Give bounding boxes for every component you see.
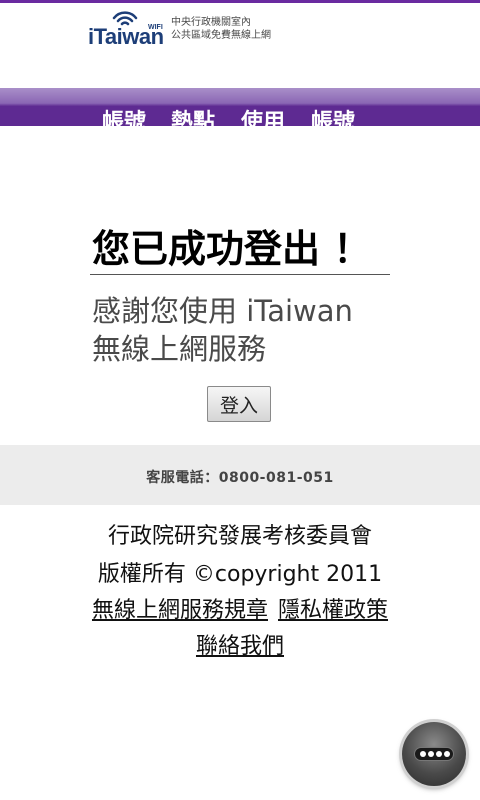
footer-copyright: 版權所有 ©copyright 2011 bbox=[97, 562, 383, 587]
privacy-link[interactable]: 隱私權政策 bbox=[278, 598, 388, 623]
menu-dot bbox=[420, 751, 426, 757]
logo-caption: 中央行政機關室內 公共區域免費無線上網 bbox=[171, 16, 281, 42]
service-phone: 客服電話：0800-081-051 bbox=[146, 470, 334, 486]
page: WIFI iTaiwan 中央行政機關室內 公共區域免費無線上網 帳號 熱點 使… bbox=[0, 0, 480, 800]
menu-dot bbox=[444, 751, 450, 757]
logo-caption-line1: 中央行政機關室內 bbox=[171, 17, 251, 28]
logo-caption-line2: 公共區域免費無線上網 bbox=[171, 30, 271, 41]
nav-item-hotspot[interactable]: 熱點 bbox=[171, 104, 215, 126]
thanks-line-2: 無線上網服務 bbox=[92, 332, 267, 366]
contact-link[interactable]: 聯絡我們 bbox=[196, 634, 284, 659]
menu-dot bbox=[428, 751, 434, 757]
footer-links-row: 無線上網服務規章 隱私權政策 bbox=[0, 592, 480, 624]
itaiwan-logo: WIFI iTaiwan 中央行政機關室內 公共區域免費無線上網 bbox=[88, 10, 281, 49]
logo-text: iTaiwan bbox=[88, 24, 164, 49]
footer-org: 行政院研究發展考核委員會 bbox=[107, 524, 372, 549]
nav-item-account[interactable]: 帳號 bbox=[102, 104, 146, 126]
service-band: 客服電話：0800-081-051 bbox=[0, 445, 480, 505]
title-divider bbox=[90, 274, 390, 275]
menu-button[interactable] bbox=[402, 722, 466, 786]
terms-link[interactable]: 無線上網服務規章 bbox=[92, 598, 268, 623]
top-accent-strip bbox=[0, 0, 480, 3]
thanks-line-1: 感謝您使用 iTaiwan bbox=[92, 294, 353, 328]
footer-contact-row: 聯絡我們 bbox=[0, 628, 480, 660]
nav-bar: 帳號 熱點 使用 帳號 bbox=[0, 88, 480, 126]
nav-item-account-2[interactable]: 帳號 bbox=[311, 104, 355, 126]
logout-success-title: 您已成功登出 ！ bbox=[92, 227, 372, 271]
nav-item-usage[interactable]: 使用 bbox=[241, 104, 285, 126]
menu-dot bbox=[436, 751, 442, 757]
more-dots-icon bbox=[414, 747, 454, 761]
login-button[interactable]: 登入 bbox=[207, 386, 271, 422]
